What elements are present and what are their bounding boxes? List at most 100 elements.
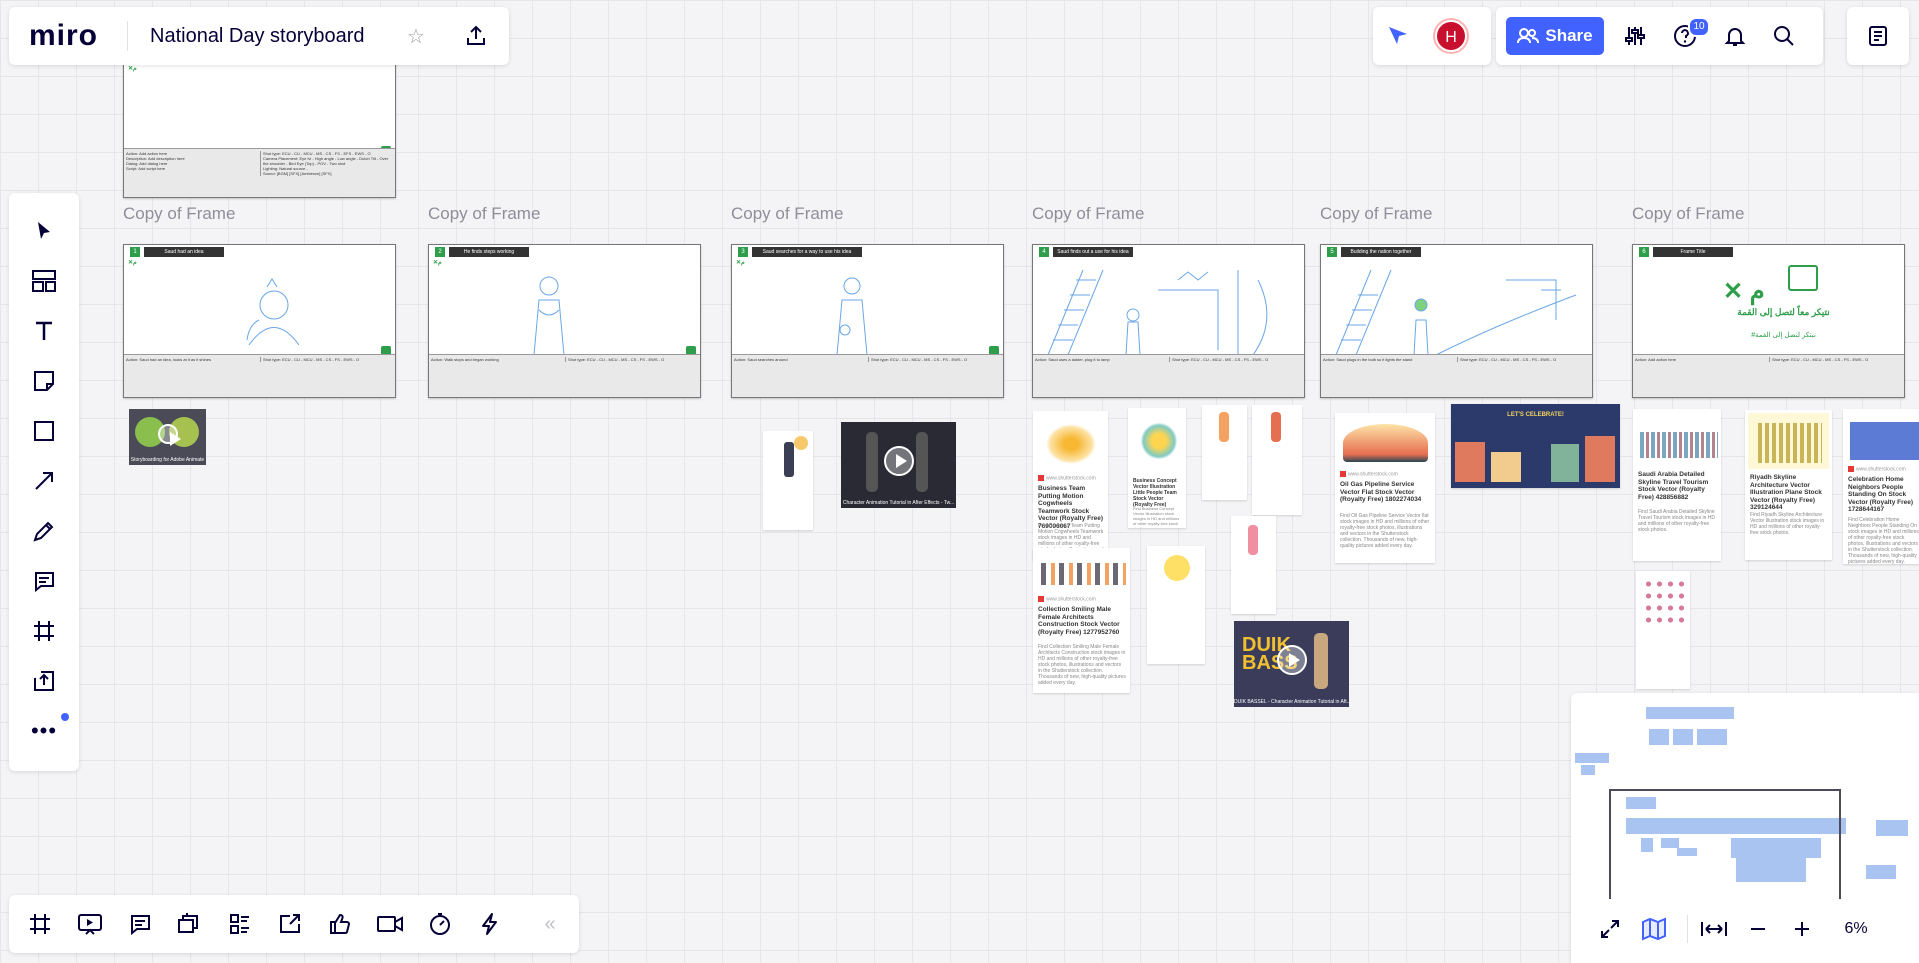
video-embed[interactable]: Character Animation Tutorial in After Ef… (841, 422, 956, 508)
bell-icon[interactable] (1720, 21, 1750, 51)
notes-icon[interactable] (1863, 21, 1893, 51)
star-icon[interactable]: ☆ (403, 23, 429, 49)
cards-icon[interactable] (173, 907, 207, 941)
image-card[interactable]: www.shutterstock.com Business Team Putti… (1033, 411, 1108, 561)
image-card[interactable] (1147, 546, 1205, 664)
select-icon[interactable] (24, 211, 64, 251)
zoom-out-icon[interactable] (1741, 912, 1775, 946)
play-icon[interactable] (883, 445, 914, 476)
card-source: www.shutterstock.com (1340, 471, 1398, 477)
card-title: Celebration Home Neighbors People Standi… (1848, 476, 1914, 513)
more-icon[interactable]: ••• (24, 711, 64, 751)
zoom-level[interactable]: 6% (1831, 920, 1881, 938)
comment-icon[interactable] (24, 561, 64, 601)
image-card[interactable]: www.shutterstock.com Oil Gas Pipeline Se… (1335, 413, 1435, 563)
card-image (1639, 574, 1687, 632)
image-card[interactable] (763, 431, 813, 530)
frame-top[interactable]: ✕م Action: Add action here Description: … (123, 50, 396, 198)
frame-title[interactable]: Copy of Frame (731, 204, 843, 224)
voting-icon[interactable] (323, 907, 357, 941)
frame-number: 2 (435, 247, 445, 257)
divider (127, 21, 128, 51)
sketch-scene (1047, 269, 1268, 355)
frame-icon[interactable] (24, 611, 64, 651)
image-card[interactable]: www.shutterstock.com Celebration Home Ne… (1843, 409, 1919, 564)
comments-icon[interactable] (123, 907, 157, 941)
frame-title[interactable]: Copy of Frame (123, 204, 235, 224)
export-button[interactable] (461, 21, 491, 51)
frame-shot: Shot type: ECU - CU - MCU - MS - CS - FS… (1769, 357, 1902, 362)
miro-logo[interactable]: miro (29, 19, 98, 53)
image-card[interactable] (1202, 405, 1247, 500)
video-caption: Character Animation Tutorial in After Ef… (842, 500, 955, 506)
sketch-character (246, 278, 300, 345)
frame-number: 6 (1639, 247, 1649, 257)
settings-sliders-icon[interactable] (1620, 21, 1650, 51)
frame-shot: Shot type: ECU - CU - MCU - MS - CS - FS… (565, 357, 698, 362)
play-icon[interactable] (1276, 644, 1307, 675)
frame-notes: Action: Walk stops and began working Sho… (429, 354, 700, 397)
image-card[interactable]: Business Concept Vector Illustration Lit… (1128, 408, 1186, 528)
upload-icon[interactable] (24, 661, 64, 701)
presentation-icon[interactable] (73, 907, 107, 941)
image-card[interactable]: Riyadh Skyline Architecture Vector Illus… (1745, 410, 1832, 560)
text-icon[interactable] (24, 311, 64, 351)
card-image (1636, 412, 1718, 462)
frame-title[interactable]: Copy of Frame (1320, 204, 1432, 224)
storyboard-frame-5[interactable]: 5 Building the nation together Action: S… (1320, 244, 1593, 398)
frame-title[interactable]: Copy of Frame (428, 204, 540, 224)
video-icon[interactable] (373, 907, 407, 941)
cursor-follow-icon[interactable] (1383, 21, 1413, 51)
collapse-toolbar-button[interactable]: « (533, 907, 567, 941)
board-title[interactable]: National Day storyboard (150, 25, 365, 48)
storyboard-frame-6[interactable]: 6 Frame Title ✕ م نتيكر معاً لتصل إلى ال… (1632, 244, 1905, 398)
avatar[interactable]: H (1435, 20, 1467, 52)
kanban-icon[interactable] (223, 907, 257, 941)
card-image (1131, 411, 1183, 466)
templates-icon[interactable] (24, 261, 64, 301)
image-card[interactable]: Saudi Arabia Detailed Skyline Travel Tou… (1633, 409, 1721, 561)
frame-title[interactable]: Copy of Frame (1632, 204, 1744, 224)
image-card[interactable] (1231, 516, 1276, 614)
fit-width-icon[interactable] (1697, 912, 1731, 946)
frames-icon[interactable] (23, 907, 57, 941)
frame-header: Building the nation together (1341, 247, 1421, 257)
share-button[interactable]: Share (1506, 17, 1604, 55)
celebration-image[interactable]: LET'S CELEBRATE! (1451, 404, 1620, 488)
image-card[interactable] (1636, 571, 1690, 689)
shape-icon[interactable] (24, 411, 64, 451)
storyboard-frame-2[interactable]: 2 He finds steps working ✕م Action: Walk… (428, 244, 701, 398)
minimap[interactable] (1571, 693, 1919, 899)
video-embed[interactable]: DUIK BASS DUIK BASSEL - Character Animati… (1234, 621, 1349, 707)
fit-to-screen-icon[interactable] (1593, 912, 1627, 946)
frame-logo: ✕م (128, 66, 137, 72)
map-icon[interactable] (1637, 912, 1671, 946)
image-card[interactable] (1252, 405, 1302, 515)
video-embed[interactable]: Storyboarding for Adobe Animate (129, 409, 206, 465)
share-screen-icon[interactable] (273, 907, 307, 941)
frame-header: He finds steps working (449, 247, 529, 257)
frame-header: Frame Title (1653, 247, 1733, 257)
timer-icon[interactable] (423, 907, 457, 941)
card-title: Collection Smiling Male Female Architect… (1038, 606, 1120, 636)
storyboard-frame-1[interactable]: 1 Saud had an idea ✕م Action: Saud had a… (123, 244, 396, 398)
sticky-note-icon[interactable] (24, 361, 64, 401)
zoom-in-icon[interactable] (1785, 912, 1819, 946)
storyboard-frame-4[interactable]: 4 Saud finds out a use for his idea Acti… (1032, 244, 1305, 398)
play-icon[interactable] (157, 424, 181, 447)
frame-title[interactable]: Copy of Frame (1032, 204, 1144, 224)
card-image (1205, 408, 1244, 446)
card-image (1846, 412, 1919, 464)
pen-icon[interactable] (24, 511, 64, 551)
lightning-icon[interactable] (473, 907, 507, 941)
help-icon[interactable]: 10 (1670, 17, 1710, 51)
arrow-icon[interactable] (24, 461, 64, 501)
share-label: Share (1545, 26, 1593, 45)
frame-shot: Shot type: ECU - CU - MCU - MS - CS - FS… (1169, 357, 1302, 362)
image-card[interactable]: www.shutterstock.com Collection Smiling … (1033, 548, 1130, 693)
minimap-viewport[interactable] (1609, 789, 1841, 899)
search-icon[interactable] (1769, 21, 1799, 51)
video-caption: DUIK BASSEL - Character Animation Tutori… (1234, 699, 1349, 705)
storyboard-frame-3[interactable]: 3 Saud searches for a way to use his ide… (731, 244, 1004, 398)
card-title: Business Concept Vector Illustration Lit… (1133, 478, 1177, 508)
